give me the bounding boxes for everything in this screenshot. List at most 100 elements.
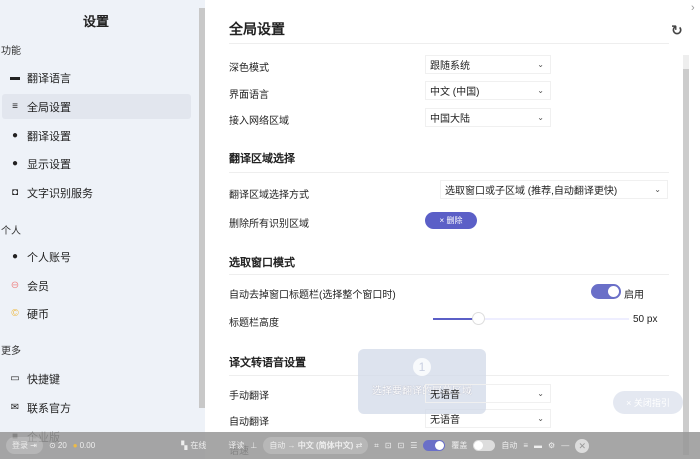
section-heading: 翻译区域选择 bbox=[229, 153, 295, 165]
divider bbox=[229, 43, 669, 44]
manual-translate-label: 手动翻译 bbox=[229, 391, 269, 402]
sidebar-item-label: 显示设置 bbox=[27, 158, 71, 171]
auto-remove-label: 自动去掉窗口标题栏(选择整个窗口时) bbox=[229, 290, 396, 301]
dark-mode-label: 深色模式 bbox=[229, 63, 269, 74]
chevron-right-icon[interactable]: › bbox=[691, 2, 695, 14]
network-region-select[interactable]: 中国大陆 ⌄ bbox=[425, 108, 551, 127]
chevron-down-icon: ⌄ bbox=[537, 60, 544, 69]
person-icon[interactable]: ⊥ bbox=[250, 441, 257, 450]
window-icon[interactable]: ▬ bbox=[534, 441, 542, 450]
coin-icon: ● bbox=[72, 441, 78, 450]
sidebar-item-label: 文字识别服务 bbox=[27, 187, 93, 200]
keyboard-icon: ▭ bbox=[10, 373, 20, 384]
chevron-down-icon: ⌄ bbox=[537, 86, 544, 95]
group-label: 个人 bbox=[1, 226, 21, 237]
auto-toggle[interactable] bbox=[473, 440, 496, 451]
section-heading: 选取窗口模式 bbox=[229, 257, 295, 269]
sidebar-item-label: 会员 bbox=[27, 280, 49, 293]
login-button[interactable]: 登录 ⇥ bbox=[6, 437, 43, 454]
group-label: 功能 bbox=[1, 46, 21, 57]
sidebar-item-label: 翻译设置 bbox=[27, 130, 71, 143]
language-pair[interactable]: 自动 → 中文 (简体中文) ⇄ bbox=[263, 437, 369, 454]
sidebar-item-ocr[interactable]: ◘ 文字识别服务 bbox=[2, 180, 191, 205]
sidebar-item-label: 联系官方 bbox=[27, 402, 71, 415]
chevron-down-icon: ⌄ bbox=[537, 113, 544, 122]
manual-voice-select[interactable]: 无语音 ⌄ bbox=[425, 384, 551, 403]
close-guide-button[interactable]: × 关闭指引 bbox=[613, 391, 683, 414]
member-icon: ⊖ bbox=[10, 280, 20, 291]
refresh-icon[interactable]: ↻ bbox=[671, 22, 683, 39]
region-mode-select[interactable]: 选取窗口或子区域 (推荐,自动翻译更快) ⌄ bbox=[440, 180, 668, 199]
manual-voice-value: 无语音 bbox=[430, 390, 460, 401]
source-language: 自动 bbox=[269, 441, 286, 450]
sidebar-scrollbar[interactable] bbox=[199, 8, 205, 408]
translate-icon: ▚ bbox=[181, 441, 188, 450]
dark-mode-select[interactable]: 跟随系统 ⌄ bbox=[425, 55, 551, 74]
user-icon: ● bbox=[11, 251, 19, 262]
select-window-icon[interactable]: ⊡ bbox=[398, 441, 405, 450]
delete-button[interactable]: × 删除 bbox=[425, 212, 477, 229]
auto-remove-toggle[interactable] bbox=[591, 284, 621, 299]
minimize-icon[interactable]: — bbox=[561, 441, 569, 450]
divider bbox=[229, 172, 669, 173]
arrow-icon: → bbox=[287, 441, 296, 450]
chevron-down-icon: ⌄ bbox=[537, 389, 544, 398]
ocr-icon: ◘ bbox=[11, 187, 19, 198]
swap-icon: ⇄ bbox=[355, 441, 363, 450]
sidebar-item-contact[interactable]: ✉ 联系官方 bbox=[2, 395, 191, 420]
network-region-label: 接入网络区域 bbox=[229, 116, 289, 127]
sidebar-item-label: 个人账号 bbox=[27, 251, 71, 264]
sidebar-title: 设置 bbox=[82, 14, 109, 29]
palette-icon: ● bbox=[11, 158, 19, 169]
sidebar-item-label: 全局设置 bbox=[27, 101, 71, 114]
read-label[interactable]: 译读 bbox=[228, 440, 244, 451]
group-label: 更多 bbox=[1, 346, 21, 357]
title-height-label: 标题栏高度 bbox=[229, 318, 279, 329]
ui-language-select[interactable]: 中文 (中国) ⌄ bbox=[425, 81, 551, 100]
sidebar-item-translate[interactable]: ● 翻译设置 bbox=[2, 123, 191, 148]
target-language: 中文 (简体中文) bbox=[297, 441, 354, 450]
chevron-down-icon: ⌄ bbox=[537, 414, 544, 423]
overlay-toggle[interactable] bbox=[423, 440, 446, 451]
guide-tooltip: 1 选择要翻译的屏幕区域 bbox=[358, 349, 486, 414]
sidebar-item-account[interactable]: ● 个人账号 bbox=[2, 244, 191, 269]
select-region-icon[interactable]: ⊡ bbox=[385, 441, 392, 450]
sidebar-item-member[interactable]: ⊖ 会员 bbox=[2, 273, 191, 298]
title-height-slider[interactable] bbox=[433, 312, 629, 325]
auto-label: 自动 bbox=[501, 441, 518, 450]
main-scrollbar[interactable] bbox=[683, 55, 689, 455]
title-height-value: 50 px bbox=[633, 314, 658, 325]
coin-balance: 0.00 bbox=[79, 441, 96, 450]
gear-icon[interactable]: ⚙ bbox=[548, 441, 555, 450]
sidebar-item-global[interactable]: ≡ 全局设置 bbox=[2, 94, 191, 119]
sidebar-item-coins[interactable]: © 硬币 bbox=[2, 301, 191, 326]
sidebar-item-label: 翻译语言 bbox=[27, 72, 71, 85]
slider-thumb[interactable] bbox=[472, 312, 486, 325]
sidebar-item-language[interactable]: ▬ 翻译语言 bbox=[2, 65, 191, 90]
sidebar: 设置 功能 ▬ 翻译语言 ≡ 全局设置 ● 翻译设置 ● 显示设置 ◘ 文字识别服务 个人… bbox=[0, 0, 205, 459]
points-count: ⊙ 20 bbox=[48, 441, 67, 450]
ui-language-label: 界面语言 bbox=[229, 90, 269, 101]
sidebar-item-label: 硬币 bbox=[27, 308, 49, 321]
toggle-label: 启用 bbox=[624, 290, 644, 301]
delete-regions-label: 删除所有识别区域 bbox=[229, 219, 309, 230]
text-lines-icon[interactable]: ☰ bbox=[410, 441, 417, 450]
globe-icon: ● bbox=[11, 130, 19, 141]
page-title: 全局设置 bbox=[229, 21, 285, 37]
auto-translate-label: 自动翻译 bbox=[229, 417, 269, 428]
close-icon[interactable]: ✕ bbox=[575, 438, 590, 453]
online-status: 在线 bbox=[190, 441, 207, 450]
section-heading: 译文转语音设置 bbox=[229, 357, 306, 369]
language-card-icon: ▬ bbox=[10, 72, 20, 83]
coin-icon: © bbox=[11, 308, 19, 319]
crop-icon[interactable]: ⌗ bbox=[374, 441, 379, 451]
divider bbox=[229, 274, 669, 275]
guide-step: 1 bbox=[413, 358, 431, 376]
region-mode-label: 翻译区域选择方式 bbox=[229, 190, 309, 201]
sidebar-item-label: 快捷键 bbox=[27, 373, 60, 386]
text-format-icon[interactable]: ≡ bbox=[523, 441, 528, 450]
sidebar-item-display[interactable]: ● 显示设置 bbox=[2, 151, 191, 176]
mail-icon: ✉ bbox=[10, 402, 20, 413]
sidebar-item-shortcuts[interactable]: ▭ 快捷键 bbox=[2, 366, 191, 391]
bottom-toolbar: 登录 ⇥ ⊙ 20 ● 0.00 ▚ 在线 译读 ⊥ 自动 → 中文 (简体中文) … bbox=[0, 432, 700, 459]
